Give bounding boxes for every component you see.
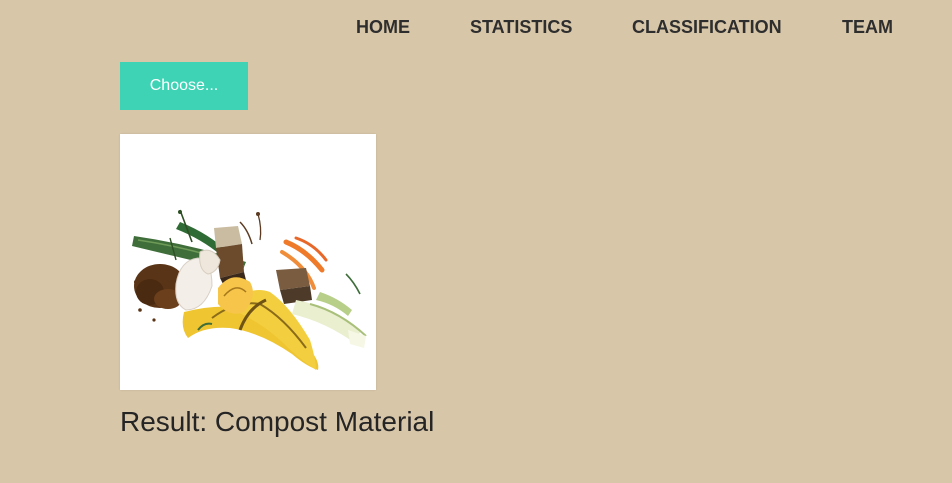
nav-link-team[interactable]: TEAM	[842, 16, 893, 38]
classification-result: Result: Compost Material	[120, 406, 435, 437]
nav-link-home[interactable]: HOME	[356, 16, 410, 38]
top-navigation: HOME STATISTICS CLASSIFICATION TEAM	[0, 16, 952, 38]
choose-file-button[interactable]: Choose...	[120, 62, 248, 110]
nav-link-classification[interactable]: CLASSIFICATION	[632, 16, 782, 38]
uploaded-image-preview	[120, 134, 376, 390]
nav-link-statistics[interactable]: STATISTICS	[470, 16, 572, 38]
compost-waste-image	[120, 134, 376, 390]
